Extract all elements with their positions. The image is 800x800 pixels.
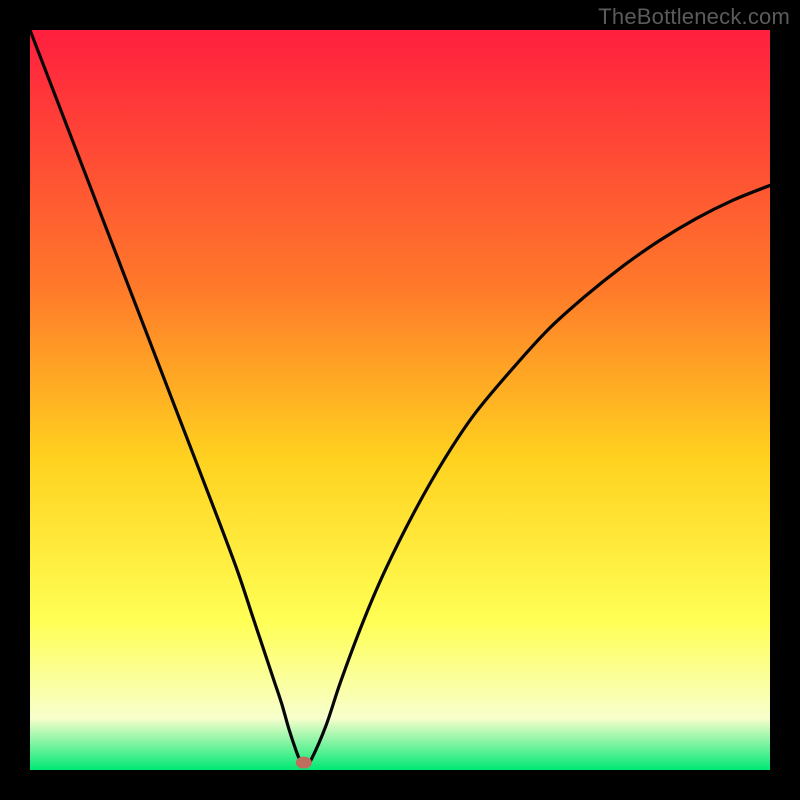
gradient-background <box>30 30 770 770</box>
bottleneck-chart <box>30 30 770 770</box>
optimum-marker <box>296 757 312 769</box>
chart-frame <box>30 30 770 770</box>
attribution-label: TheBottleneck.com <box>598 4 790 30</box>
